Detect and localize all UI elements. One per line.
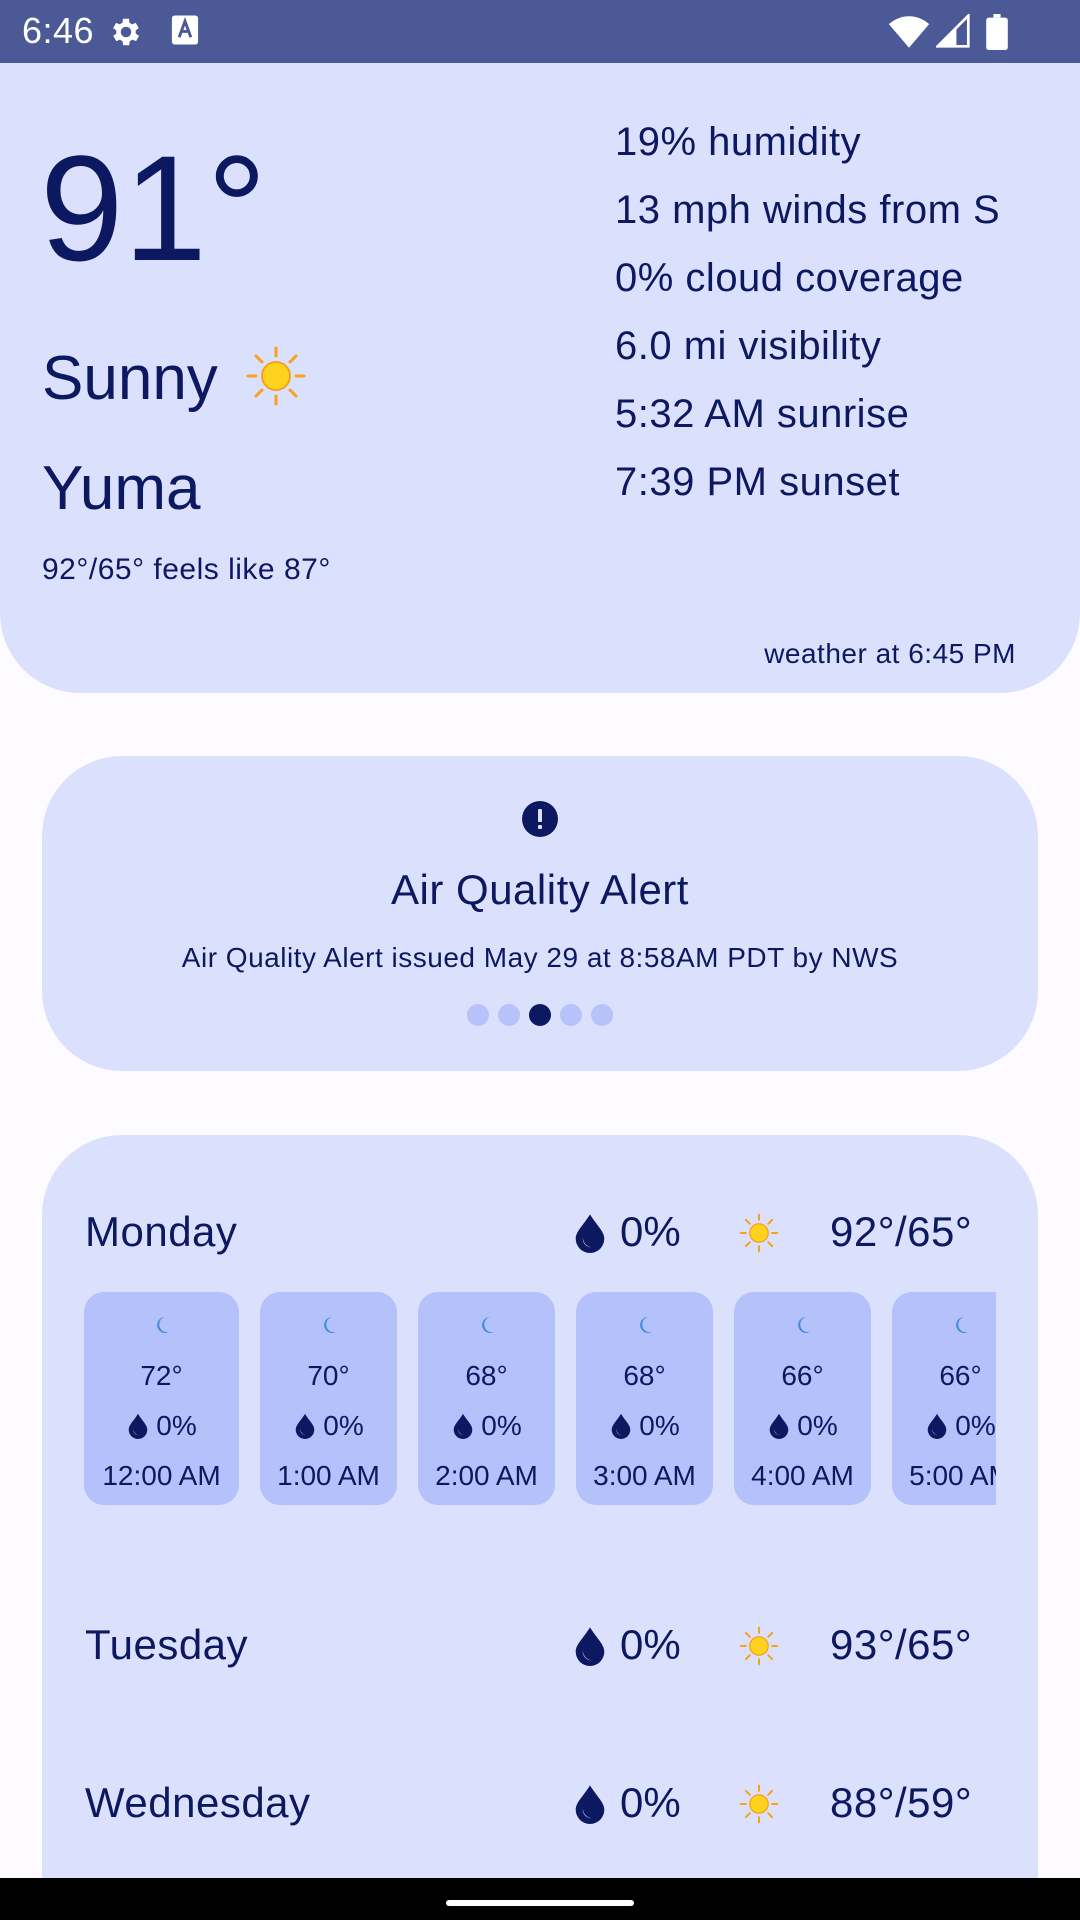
hour-precip-row: 0% [576, 1410, 713, 1442]
current-condition: Sunny [42, 344, 218, 413]
water-drop-icon [575, 1785, 605, 1824]
page-dot[interactable] [560, 1004, 582, 1026]
hour-precip: 0% [639, 1410, 680, 1441]
hour-card: 70° 0% 1:00 AM [260, 1292, 397, 1505]
day-name: Wednesday [85, 1779, 311, 1826]
hour-card: 66° 0% 5:00 AM [892, 1292, 996, 1505]
day-row-monday[interactable]: Monday 0% 92°/65° [42, 1197, 1038, 1267]
hour-time: 2:00 AM [435, 1460, 538, 1491]
hour-card: 68° 0% 2:00 AM [418, 1292, 555, 1505]
water-drop-icon [575, 1627, 605, 1666]
hour-temp: 66° [939, 1360, 982, 1391]
moon-icon [639, 1317, 652, 1333]
moon-icon [323, 1317, 336, 1333]
hour-precip-row: 0% [892, 1410, 996, 1442]
day-name: Tuesday [85, 1621, 249, 1668]
day-name: Monday [85, 1208, 238, 1255]
high-low-feels-like: 92°/65° feels like 87° [42, 553, 331, 586]
hour-time: 3:00 AM [593, 1460, 696, 1491]
text-icon [171, 15, 199, 45]
current-temperature: 91° [40, 124, 267, 292]
hour-precip-row: 0% [260, 1410, 397, 1442]
hour-precip: 0% [955, 1410, 996, 1441]
hour-temp: 68° [465, 1360, 508, 1391]
hour-temp: 66° [781, 1360, 824, 1391]
hour-time: 12:00 AM [102, 1460, 221, 1491]
day-row-wednesday[interactable]: Wednesday 0% 88°/59° [42, 1768, 1038, 1838]
forecast-card: Monday 0% 92°/65° 72° 0% 12:00 AM 70° 0%… [42, 1135, 1038, 1895]
hour-card: 72° 0% 12:00 AM [84, 1292, 239, 1505]
hour-time: 4:00 AM [751, 1460, 854, 1491]
day-precip: 0% [620, 1208, 681, 1255]
hour-temp: 72° [140, 1360, 183, 1391]
water-drop-icon [575, 1214, 605, 1253]
detail-sunset: 7:39 PM sunset [615, 460, 900, 504]
battery-icon [986, 14, 1008, 50]
day-precip: 0% [620, 1621, 681, 1668]
wifi-icon [888, 16, 930, 48]
hour-card: 66° 0% 4:00 AM [734, 1292, 871, 1505]
hour-precip: 0% [156, 1410, 197, 1441]
hour-temp: 70° [307, 1360, 350, 1391]
gear-icon [113, 18, 140, 46]
hour-time: 1:00 AM [277, 1460, 380, 1491]
hour-precip-row: 0% [84, 1410, 239, 1442]
sun-icon [739, 1784, 779, 1824]
hour-card: 68° 0% 3:00 AM [576, 1292, 713, 1505]
sun-icon [739, 1626, 779, 1666]
hour-precip: 0% [797, 1410, 838, 1441]
water-drop-icon [295, 1413, 315, 1439]
hour-temp: 68° [623, 1360, 666, 1391]
page-dot[interactable] [498, 1004, 520, 1026]
home-gesture-handle[interactable] [446, 1900, 634, 1906]
hour-time: 5:00 AM [909, 1460, 996, 1491]
moon-icon [481, 1317, 494, 1333]
water-drop-icon [611, 1413, 631, 1439]
moon-icon [156, 1317, 169, 1333]
day-precip: 0% [620, 1779, 681, 1826]
hourly-forecast-strip[interactable]: 72° 0% 12:00 AM 70° 0% 1:00 AM 68° 0% 2:… [84, 1292, 996, 1507]
water-drop-icon [927, 1413, 947, 1439]
moon-icon [955, 1317, 968, 1333]
updated-time: weather at 6:45 PM [764, 638, 1016, 669]
detail-cloud-coverage: 0% cloud coverage [615, 256, 964, 300]
exclamation-icon [522, 801, 558, 837]
detail-sunrise: 5:32 AM sunrise [615, 392, 910, 436]
hour-precip: 0% [481, 1410, 522, 1441]
alert-card[interactable]: Air Quality Alert Air Quality Alert issu… [42, 756, 1038, 1071]
page-dot-active[interactable] [529, 1004, 551, 1026]
hour-precip-row: 0% [734, 1410, 871, 1442]
alert-description: Air Quality Alert issued May 29 at 8:58A… [181, 942, 899, 973]
navigation-bar [0, 1878, 1080, 1920]
day-high-low: 92°/65° [830, 1208, 973, 1255]
water-drop-icon [453, 1413, 473, 1439]
day-row-tuesday[interactable]: Tuesday 0% 93°/65° [42, 1610, 1038, 1680]
page-dot[interactable] [591, 1004, 613, 1026]
status-time: 6:46 [22, 10, 95, 51]
moon-icon [797, 1317, 810, 1333]
alert-title: Air Quality Alert [391, 866, 689, 913]
detail-visibility: 6.0 mi visibility [615, 324, 882, 368]
detail-humidity: 19% humidity [615, 120, 862, 164]
sun-icon [246, 346, 306, 406]
status-bar: 6:46 [0, 0, 1080, 63]
current-details: 19% humidity 13 mph winds from S 0% clou… [615, 108, 1000, 516]
detail-wind: 13 mph winds from S [615, 188, 1001, 232]
current-city: Yuma [42, 454, 201, 523]
current-weather-card: 91° Sunny Yuma 92°/65° feels like 87° 19… [0, 63, 1080, 693]
alert-page-indicator[interactable] [467, 1004, 613, 1026]
day-high-low: 93°/65° [830, 1621, 973, 1668]
water-drop-icon [128, 1413, 148, 1439]
hour-precip-row: 0% [418, 1410, 555, 1442]
day-high-low: 88°/59° [830, 1779, 973, 1826]
water-drop-icon [769, 1413, 789, 1439]
sun-icon [739, 1213, 779, 1253]
page-dot[interactable] [467, 1004, 489, 1026]
signal-icon [936, 14, 970, 48]
hour-precip: 0% [323, 1410, 364, 1441]
